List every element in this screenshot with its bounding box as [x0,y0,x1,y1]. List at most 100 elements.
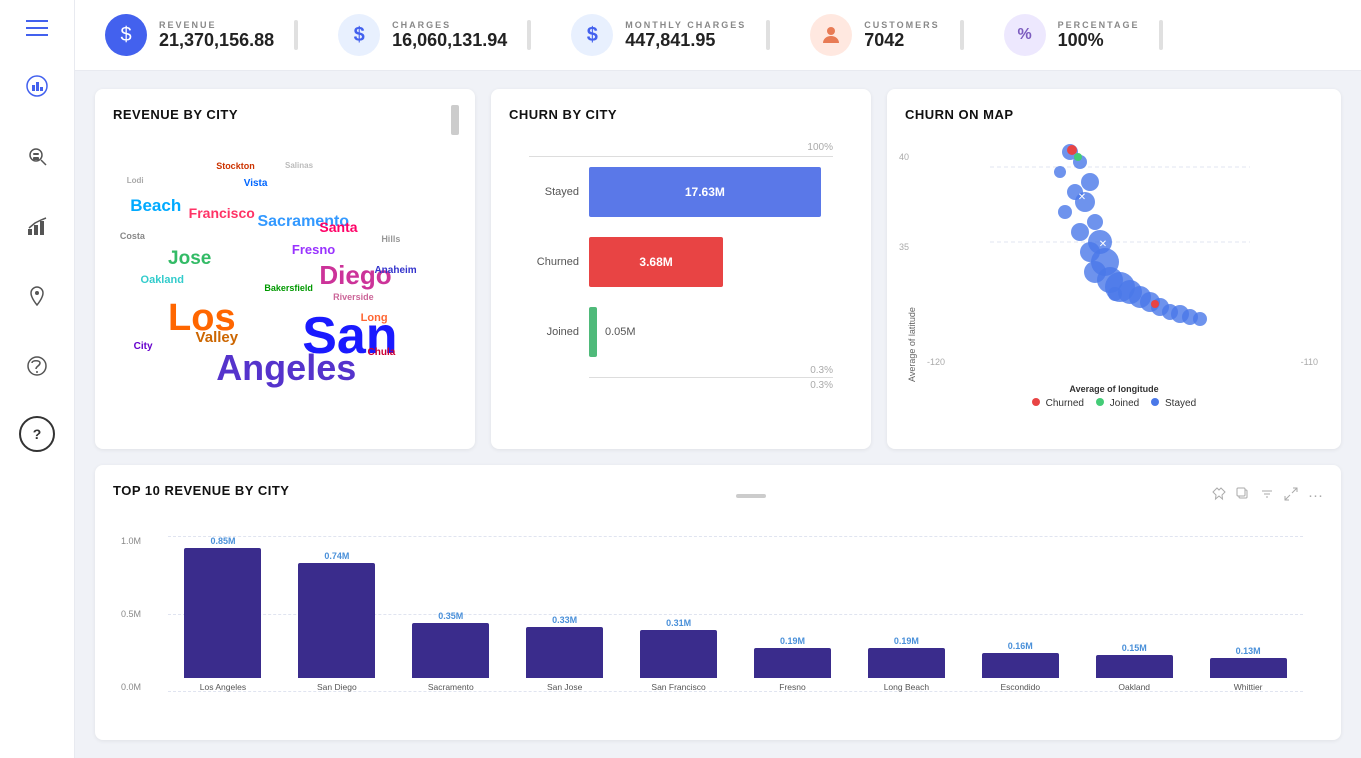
more-button[interactable]: ··· [1308,487,1323,505]
map-dots-svg: ✕ ✕ [917,132,1323,352]
sidebar-icon-support[interactable] [17,346,57,386]
pin-button[interactable] [1212,487,1226,505]
word-stockton: Stockton [216,161,255,171]
bar-rect[interactable] [868,648,945,678]
bar-value-label: 0.16M [1008,641,1033,651]
scroll-indicator[interactable] [451,105,459,135]
bar-city-label: San Jose [510,682,620,692]
customers-icon [810,14,852,56]
kpi-divider-5 [1159,20,1163,50]
monthly-charges-icon: $ [571,14,613,56]
word-long: Long [361,312,388,324]
kpi-divider [294,20,298,50]
churned-bar: 3.68M [589,237,723,287]
bar-chart-wrapper: 0.0M 0.5M 1.0M 0.85M Los Angeles 0.74MSan … [113,516,1323,722]
legend-stayed: Stayed [1151,398,1196,409]
joined-value: 0.05M [605,326,636,338]
word-angeles: Angeles [216,347,356,389]
map-x-axis-label: Average of longitude [905,384,1323,394]
bar-group: 0.16M Escondido [965,536,1075,692]
expand-button[interactable] [1284,487,1298,505]
bar-rect[interactable] [640,630,717,678]
bar-value-label: 0.85M [210,536,235,546]
bar-group: 0.85M Los Angeles [168,536,278,692]
bar-rect[interactable] [526,627,603,678]
revenue-icon: $ [105,14,147,56]
bar-city-label: Escondido [965,682,1075,692]
bar-value-label: 0.35M [438,611,463,621]
bar-city-label: Los Angeles [168,682,278,692]
kpi-customers: CUSTOMERS 7042 [810,14,963,56]
menu-hamburger[interactable] [26,20,48,36]
joined-dot [1096,398,1104,406]
bar-rect[interactable] [1210,658,1287,678]
y-tick-35: 35 [899,242,909,252]
sidebar: ? [0,0,75,758]
bar-rect[interactable] [1096,655,1173,678]
top-line [529,156,833,157]
bar-group: 0.19M Fresno [738,536,848,692]
customers-label: CUSTOMERS [864,20,939,30]
bar-rect[interactable] [982,653,1059,678]
bar-rect[interactable] [298,563,375,678]
revenue-by-city-title: REVENUE BY CITY [113,107,457,122]
word-bakersfield: Bakersfield [264,283,313,293]
map-svg-container: 40 35 -120 -110 [917,132,1323,382]
monthly-charges-value: 447,841.95 [625,30,746,51]
bar-rect[interactable] [184,548,261,678]
charges-icon: $ [338,14,380,56]
word-cloud: San Angeles Los Diego Sacramento Jose Fr… [113,132,457,422]
joined-label: Joined [529,326,579,338]
y-label-05: 0.5M [121,609,141,619]
bottom-card-header: TOP 10 REVENUE BY CITY [113,483,1323,508]
bar-value-label: 0.19M [894,636,919,646]
stayed-dot [1151,398,1159,406]
bar-value-label: 0.19M [780,636,805,646]
bar-city-label: Whittier [1193,682,1303,692]
word-santa: Santa [319,219,357,235]
copy-button[interactable] [1236,487,1250,505]
filter-button[interactable] [1260,487,1274,505]
kpi-divider-2 [527,20,531,50]
bar-group: 0.31MSan Francisco [624,536,734,692]
bar-city-label: Fresno [738,682,848,692]
y-label-00: 0.0M [121,682,141,692]
word-francisco: Francisco [189,205,255,221]
churn-on-map-card: CHURN ON MAP Average of latitude 40 35 -… [887,89,1341,449]
churn-by-city-title: CHURN BY CITY [509,107,853,122]
bar-value-label: 0.33M [552,615,577,625]
word-valley: Valley [196,329,239,346]
word-beach: Beach [130,196,181,216]
word-fresno: Fresno [292,242,335,257]
kpi-revenue: $ REVENUE 21,370,156.88 [105,14,298,56]
top10-revenue-card: TOP 10 REVENUE BY CITY [95,465,1341,740]
scroll-bar[interactable] [736,494,766,498]
map-y-axis-label: Average of latitude [905,132,917,382]
word-jose: Jose [168,248,211,270]
bar-group: 0.13MWhittier [1193,536,1303,692]
revenue-label: REVENUE [159,20,274,30]
svg-text:✕: ✕ [1099,239,1107,250]
stayed-bar-container: 17.63M [589,167,833,217]
kpi-divider-4 [960,20,964,50]
bar-value-label: 0.15M [1122,643,1147,653]
sidebar-icon-help[interactable]: ? [19,416,55,452]
sidebar-icon-search[interactable] [17,136,57,176]
bar-rect[interactable] [412,623,489,678]
main-content: $ REVENUE 21,370,156.88 $ CHARGES 16,060… [75,0,1361,758]
sidebar-icon-revenue[interactable] [17,206,57,246]
word-riverside: Riverside [333,292,374,302]
bar-value-label: 0.31M [666,618,691,628]
bar-group: 0.74MSan Diego [282,536,392,692]
y-axis-labels: 0.0M 0.5M 1.0M [121,536,141,692]
sidebar-icon-location[interactable] [17,276,57,316]
bar-group: 0.33M San Jose [510,536,620,692]
revenue-value: 21,370,156.88 [159,30,274,51]
word-vista: Vista [244,178,268,189]
word-hills: Hills [381,234,400,244]
top-row: REVENUE BY CITY San Angeles Los Diego Sa… [95,89,1341,449]
sidebar-icon-analytics[interactable] [17,66,57,106]
monthly-charges-label: MONTHLY CHARGES [625,20,746,30]
bar-rect[interactable] [754,648,831,678]
joined-row: Joined 0.05M [529,307,833,357]
